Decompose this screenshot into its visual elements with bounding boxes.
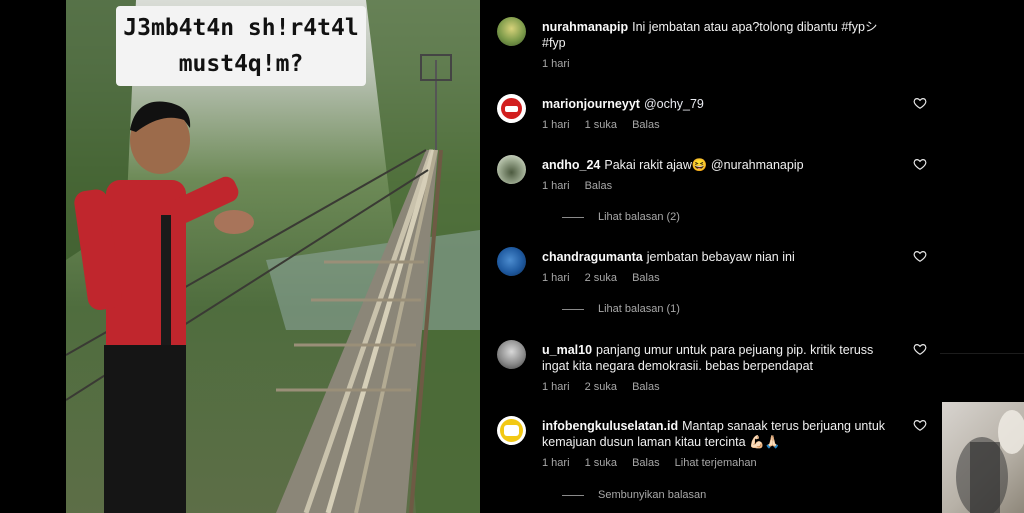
view-replies-label[interactable]: Lihat balasan (2) bbox=[598, 211, 680, 223]
like-count[interactable]: 2 suka bbox=[585, 381, 617, 393]
reply-button[interactable]: Balas bbox=[585, 180, 613, 192]
like-count[interactable]: 1 suka bbox=[585, 457, 617, 469]
comment-username[interactable]: infobengkuluselatan.id bbox=[542, 419, 678, 433]
heart-icon[interactable] bbox=[913, 418, 927, 432]
avatar[interactable] bbox=[497, 94, 526, 123]
like-count[interactable]: 2 suka bbox=[585, 272, 617, 284]
comment-meta: 1 hari 2 suka Balas bbox=[542, 272, 672, 284]
left-letterbox bbox=[0, 0, 66, 513]
comment-time: 1 hari bbox=[542, 272, 570, 284]
comment-text: jembatan bebayaw nian ini bbox=[646, 250, 795, 264]
reply-button[interactable]: Balas bbox=[632, 457, 660, 469]
comment-username[interactable]: chandragumanta bbox=[542, 250, 643, 264]
hide-replies-button[interactable]: Sembunyikan balasan bbox=[562, 489, 706, 501]
comment-text: Pakai rakit ajaw😆 @nurahmanapip bbox=[604, 158, 804, 172]
replies-divider bbox=[562, 494, 584, 496]
avatar[interactable] bbox=[497, 340, 526, 369]
comment-username[interactable]: andho_24 bbox=[542, 158, 600, 172]
see-translation-button[interactable]: Lihat terjemahan bbox=[675, 457, 757, 469]
reply-button[interactable]: Balas bbox=[632, 381, 660, 393]
like-count[interactable]: 1 suka bbox=[585, 119, 617, 131]
heart-icon[interactable] bbox=[913, 249, 927, 263]
comment-body: nurahmanapip Ini jembatan atau apa?tolong… bbox=[542, 19, 892, 51]
comment-body: chandragumanta jembatan bebayaw nian ini bbox=[542, 249, 892, 265]
view-replies-label[interactable]: Lihat balasan (1) bbox=[598, 303, 680, 315]
comment-text[interactable]: @ochy_79 bbox=[644, 97, 704, 111]
avatar[interactable] bbox=[497, 416, 526, 445]
comment-time: 1 hari bbox=[542, 457, 570, 469]
replies-divider bbox=[562, 308, 584, 310]
thumbnail-image bbox=[956, 410, 1024, 513]
heart-icon[interactable] bbox=[913, 157, 927, 171]
heart-icon[interactable] bbox=[913, 342, 927, 356]
comment-time: 1 hari bbox=[542, 119, 570, 131]
heart-icon[interactable] bbox=[913, 96, 927, 110]
view-replies-button[interactable]: Lihat balasan (1) bbox=[562, 303, 680, 315]
comment-username[interactable]: marionjourneyyt bbox=[542, 97, 640, 111]
sidebar-divider bbox=[940, 353, 1024, 354]
comment-body: marionjourneyyt @ochy_79 bbox=[542, 96, 892, 112]
avatar[interactable] bbox=[497, 17, 526, 46]
comment-meta: 1 hari 2 suka Balas bbox=[542, 381, 672, 393]
avatar[interactable] bbox=[497, 247, 526, 276]
comments-panel: nurahmanapip Ini jembatan atau apa?tolong… bbox=[480, 0, 940, 513]
comment-username[interactable]: nurahmanapip bbox=[542, 20, 628, 34]
avatar[interactable] bbox=[497, 155, 526, 184]
next-video-thumbnail[interactable] bbox=[942, 402, 1024, 513]
reply-button[interactable]: Balas bbox=[632, 119, 660, 131]
comment-body: andho_24 Pakai rakit ajaw😆 @nurahmanapip bbox=[542, 157, 892, 173]
comment-meta: 1 hari 1 suka Balas bbox=[542, 119, 672, 131]
comment-time: 1 hari bbox=[542, 180, 570, 192]
comment-meta: 1 hari Balas bbox=[542, 180, 624, 192]
reply-button[interactable]: Balas bbox=[632, 272, 660, 284]
comment-time: 1 hari bbox=[542, 381, 570, 393]
video-caption: J3mb4t4n sh!r4t4l must4q!m? bbox=[116, 6, 366, 86]
comment-username[interactable]: u_mal10 bbox=[542, 343, 592, 357]
view-replies-button[interactable]: Lihat balasan (2) bbox=[562, 211, 680, 223]
replies-divider bbox=[562, 216, 584, 218]
caption-line-2: must4q!m? bbox=[178, 51, 304, 77]
video-player[interactable]: J3mb4t4n sh!r4t4l must4q!m? bbox=[66, 0, 480, 513]
caption-line-1: J3mb4t4n sh!r4t4l bbox=[123, 15, 359, 41]
comment-time: 1 hari bbox=[542, 58, 570, 70]
hide-replies-label[interactable]: Sembunyikan balasan bbox=[598, 489, 706, 501]
comment-meta: 1 hari bbox=[542, 58, 582, 70]
comment-body: u_mal10 panjang umur untuk para pejuang p… bbox=[542, 342, 892, 374]
comment-meta: 1 hari 1 suka Balas Lihat terjemahan bbox=[542, 457, 769, 469]
comment-body: infobengkuluselatan.id Mantap sanaak teru… bbox=[542, 418, 892, 450]
